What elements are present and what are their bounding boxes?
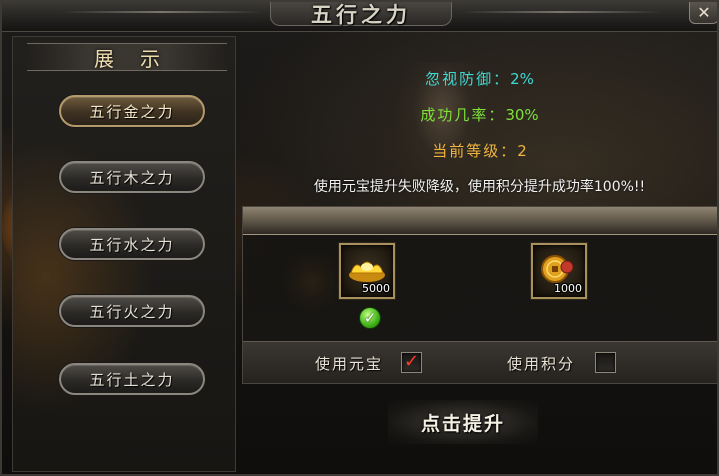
title-ornament-right	[462, 11, 662, 13]
tab-label: 五行水之力	[89, 235, 175, 254]
tab-fire-power[interactable]: 五行火之力	[59, 295, 205, 327]
payment-options-bar: 使用元宝 ✓ 使用积分	[243, 341, 717, 383]
yuanbao-item-slot[interactable]: 5000	[339, 243, 395, 299]
tab-earth-power[interactable]: 五行土之力	[59, 363, 205, 395]
stat-label: 当前等级：	[432, 142, 518, 160]
window-title: 五行之力	[311, 1, 411, 27]
sidebar-header: 展示	[27, 43, 227, 71]
stat-value: 2%	[510, 70, 534, 88]
use-points-label: 使用积分	[507, 355, 576, 373]
tab-wood-power[interactable]: 五行木之力	[59, 161, 205, 193]
stat-value: 30%	[505, 106, 539, 124]
tab-water-power[interactable]: 五行水之力	[59, 228, 205, 260]
stat-value: 2	[517, 142, 527, 160]
stat-current-level: 当前等级：2	[240, 140, 717, 161]
use-yuanbao-label: 使用元宝	[315, 355, 384, 373]
tab-metal-power[interactable]: 五行金之力	[59, 95, 205, 127]
notice-text: 使用元宝提升失败降级，使用积分提升成功率100%!!	[313, 179, 646, 195]
upgrade-button[interactable]: 点击提升	[388, 400, 538, 444]
tab-label: 五行土之力	[89, 370, 175, 389]
main-content: 忽视防御：2% 成功几率：30% 当前等级：2 使用元宝提升失败降级，使用积分提…	[240, 36, 717, 472]
tab-label: 五行火之力	[89, 302, 175, 321]
upgrade-button-label: 点击提升	[420, 412, 505, 435]
tab-label: 五行木之力	[89, 168, 175, 187]
tab-label: 五行金之力	[89, 102, 175, 121]
cost-panel-header	[243, 207, 717, 235]
selected-check-icon: ✓	[359, 307, 381, 329]
title-plate: 五行之力	[270, 1, 452, 27]
cost-panel: 5000 ✓ 1000 使用元宝 ✓ 使用积分	[242, 206, 717, 384]
use-yuanbao-checkbox[interactable]: ✓	[401, 352, 422, 373]
stat-success-rate: 成功几率：30%	[240, 104, 717, 125]
stat-label: 忽视防御：	[425, 70, 511, 88]
item-quantity: 5000	[362, 282, 390, 295]
checkmark-icon: ✓	[403, 351, 420, 372]
game-window: 五行之力 ✕ 展示 五行金之力 五行木之力 五行水之力 五行火之力 五行土之力 …	[0, 0, 719, 476]
title-bar: 五行之力 ✕	[2, 1, 717, 32]
close-icon: ✕	[697, 3, 711, 22]
title-ornament-left	[62, 11, 262, 13]
close-button[interactable]: ✕	[689, 2, 717, 24]
sidebar-header-title: 展示	[94, 46, 186, 71]
sidebar: 展示 五行金之力 五行木之力 五行水之力 五行火之力 五行土之力	[12, 36, 236, 472]
points-item-slot[interactable]: 1000	[531, 243, 587, 299]
stat-ignore-defense: 忽视防御：2%	[240, 68, 717, 89]
item-quantity: 1000	[554, 282, 582, 295]
use-points-checkbox[interactable]	[595, 352, 616, 373]
stat-label: 成功几率：	[420, 106, 506, 124]
